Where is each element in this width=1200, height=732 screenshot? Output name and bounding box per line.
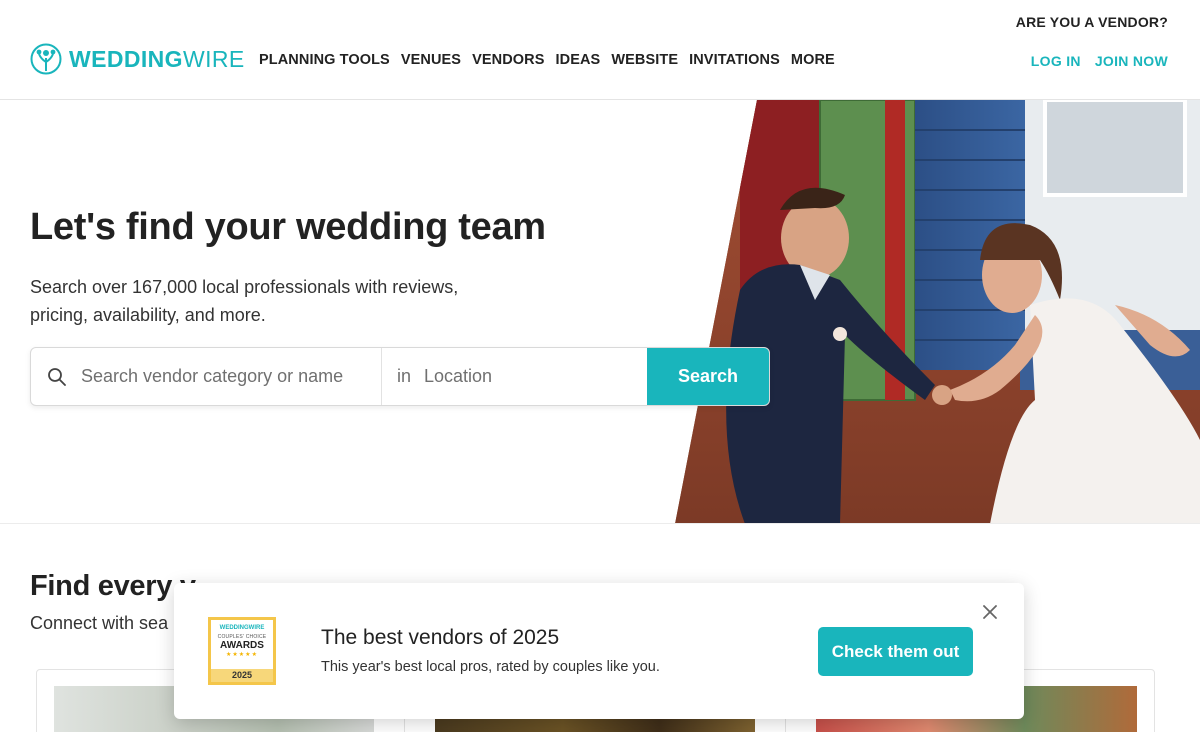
- login-link[interactable]: LOG IN: [1031, 53, 1081, 69]
- nav-vendors[interactable]: VENDORS: [472, 52, 544, 68]
- nav-invitations[interactable]: INVITATIONS: [689, 52, 780, 68]
- nav-more[interactable]: MORE: [791, 52, 835, 68]
- weddingwire-logo-icon: [30, 43, 62, 75]
- main-nav: PLANNING TOOLS VENUES VENDORS IDEAS WEBS…: [259, 52, 835, 68]
- awards-popup: WEDDINGWIRE COUPLES' CHOICE AWARDS ★★★★★…: [174, 583, 1024, 719]
- nav-website[interactable]: WEBSITE: [611, 52, 678, 68]
- search-button[interactable]: Search: [647, 348, 769, 405]
- nav-planning-tools[interactable]: PLANNING TOOLS: [259, 52, 390, 68]
- badge-line2: AWARDS: [220, 640, 264, 651]
- nav-venues[interactable]: VENUES: [401, 52, 461, 68]
- close-icon[interactable]: [980, 602, 1000, 622]
- category-search-input[interactable]: [81, 366, 381, 387]
- in-label: in: [397, 366, 412, 386]
- join-now-link[interactable]: JOIN NOW: [1095, 53, 1168, 69]
- location-search-field: in: [382, 348, 647, 405]
- popup-subtitle: This year's best local pros, rated by co…: [321, 659, 660, 675]
- section-title: Find every v: [30, 570, 196, 602]
- popup-title: The best vendors of 2025: [321, 626, 560, 649]
- site-header: ARE YOU A VENDOR? WEDDINGWIRE PLANNING T…: [0, 0, 1200, 100]
- hero-section: Let's find your wedding team Search over…: [0, 100, 1200, 524]
- are-you-a-vendor-link[interactable]: ARE YOU A VENDOR?: [1016, 14, 1168, 30]
- hero-title: Let's find your wedding team: [30, 206, 546, 248]
- auth-links: LOG IN JOIN NOW: [1031, 53, 1168, 69]
- vendor-search-form: in Search: [30, 347, 770, 406]
- logo-wordmark: WEDDINGWIRE: [69, 45, 245, 72]
- badge-stars: ★★★★★: [226, 652, 258, 658]
- category-search-field: [31, 348, 382, 405]
- section-subtitle: Connect with sea: [30, 613, 169, 633]
- weddingwire-logo[interactable]: WEDDINGWIRE: [30, 43, 245, 75]
- hero-subtitle: Search over 167,000 local professionals …: [30, 277, 459, 325]
- location-input[interactable]: [424, 366, 647, 387]
- badge-brand: WEDDINGWIRE: [219, 625, 265, 631]
- couples-choice-award-badge: WEDDINGWIRE COUPLES' CHOICE AWARDS ★★★★★…: [208, 617, 276, 685]
- search-icon: [48, 367, 66, 386]
- nav-ideas[interactable]: IDEAS: [556, 52, 601, 68]
- check-them-out-button[interactable]: Check them out: [818, 627, 973, 676]
- badge-year: 2025: [211, 669, 273, 682]
